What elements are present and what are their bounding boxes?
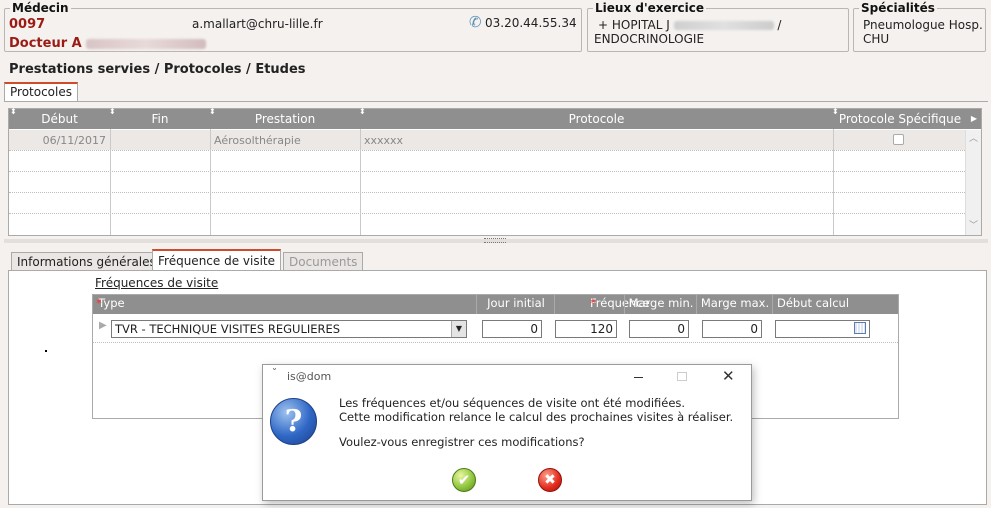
tab-strip-line: [4, 101, 988, 102]
medecin-name: Docteur A: [9, 36, 207, 51]
col-debut-calcul[interactable]: Début calcul: [773, 295, 853, 311]
cell-protocole: xxxxxx: [364, 134, 404, 147]
dot-mark: [45, 350, 47, 352]
tab-informations-generales[interactable]: Informations générales: [11, 252, 162, 271]
col-divider: [554, 295, 555, 314]
col-marge-min[interactable]: Marge min.: [625, 295, 697, 311]
medecin-email[interactable]: a.mallart@chru-lille.fr: [192, 17, 323, 31]
required-mark: *: [590, 296, 596, 310]
protocol-grid: Début Fin Prestation Protocole Protocole…: [8, 107, 982, 236]
jour-initial-input[interactable]: 0: [482, 320, 542, 338]
lieux-legend: Lieux d'exercice: [593, 1, 707, 15]
tab-protocoles[interactable]: Protocoles: [4, 82, 78, 102]
dialog-message-line2: Cette modification relance le calcul des…: [339, 410, 734, 424]
tab-frequence-de-visite[interactable]: Fréquence de visite: [152, 249, 282, 271]
specialites-legend: Spécialités: [859, 1, 937, 15]
type-visite-value: TVR - TECHNIQUE VISITES REGULIERES: [115, 322, 341, 336]
col-marge-max[interactable]: Marge max.: [697, 295, 773, 311]
scroll-up-icon[interactable]: ︿: [969, 131, 978, 144]
sort-icon: ⬍: [10, 107, 17, 116]
col-protocole[interactable]: Protocole: [360, 109, 833, 129]
specialite-line2: CHU: [863, 32, 890, 46]
minimize-icon[interactable]: [634, 377, 643, 378]
specifique-checkbox[interactable]: [893, 134, 904, 145]
confirm-button[interactable]: ✔: [452, 468, 476, 492]
scroll-down-icon[interactable]: ﹀: [969, 218, 978, 231]
row-pointer-icon: ▶: [99, 320, 107, 331]
col-debut[interactable]: Début: [9, 109, 110, 129]
lieux-line2: ENDOCRINOLOGIE: [594, 32, 705, 46]
medecin-code: 0097: [9, 17, 46, 32]
confirm-dialog: ˘ is@dom ✕ ? Les fréquences et/ou séquen…: [262, 364, 752, 501]
lieux-panel: Lieux d'exercice + HOPITAL J / ENDOCRINO…: [587, 1, 849, 52]
cross-icon: ✖: [544, 472, 556, 488]
frequences-title: Fréquences de visite: [95, 276, 219, 290]
app-icon: ˘: [272, 368, 277, 379]
phone-icon: ✆: [469, 13, 482, 31]
col-divider: [110, 129, 111, 235]
cell-prestation: Aérosolthérapie: [214, 134, 301, 147]
col-divider: [624, 295, 625, 314]
table-row[interactable]: 06/11/2017 Aérosolthérapie xxxxxx: [9, 130, 965, 150]
dropdown-arrow-icon[interactable]: ▼: [451, 321, 466, 337]
sort-icon: ⬍: [359, 107, 366, 116]
frequence-input[interactable]: 120: [555, 320, 617, 338]
dialog-message-line1: Les fréquences et/ou séquences de visite…: [339, 396, 686, 410]
col-divider: [772, 295, 773, 314]
marge-max-input[interactable]: 0: [702, 320, 762, 338]
col-protocole-specifique[interactable]: Protocole Spécifique: [833, 109, 967, 129]
row-divider: [93, 342, 898, 343]
grid-scrollbar[interactable]: ︿ ﹀: [965, 130, 981, 235]
col-divider: [360, 129, 361, 235]
lieux-line1-prefix: + HOPITAL J: [598, 18, 670, 32]
specialites-panel: Spécialités Pneumologue Hosp. CHU: [853, 1, 986, 52]
dialog-question: Voulez-vous enregistrer ces modification…: [339, 435, 585, 449]
medecin-panel: Médecin 0097 Docteur A a.mallart@chru-li…: [4, 1, 582, 52]
col-divider: [476, 295, 477, 314]
row-divider: [9, 171, 965, 172]
row-divider: [9, 213, 965, 214]
question-icon: ?: [270, 398, 317, 445]
col-divider: [696, 295, 697, 314]
splitter-grip-icon[interactable]: [484, 238, 506, 243]
col-divider: [833, 129, 834, 235]
redacted-hospital: [673, 21, 774, 30]
medecin-phone: 03.20.44.55.34: [485, 16, 577, 30]
col-divider: [210, 129, 211, 235]
lieux-line1-suffix: /: [777, 18, 782, 32]
close-icon[interactable]: ✕: [722, 367, 735, 385]
header-scroll-arrow-icon[interactable]: ▶: [969, 109, 979, 129]
calendar-icon[interactable]: [854, 322, 866, 334]
dialog-title: is@dom: [287, 370, 332, 383]
cell-debut: 06/11/2017: [42, 134, 106, 147]
row-divider: [9, 192, 965, 193]
sort-icon: ⬍: [209, 107, 216, 116]
cancel-button[interactable]: ✖: [538, 468, 562, 492]
frequence-grid-header: Type de visite * Jour initial Fréquence*…: [93, 295, 898, 342]
row-divider: [9, 150, 965, 151]
type-visite-select[interactable]: TVR - TECHNIQUE VISITES REGULIERES ▼: [111, 320, 467, 338]
redacted-name: [86, 38, 207, 49]
check-icon: ✔: [457, 471, 471, 489]
sort-icon: ⬍: [832, 107, 839, 116]
medecin-name-prefix: Docteur A: [9, 36, 82, 51]
specialite-line1: Pneumologue Hosp.: [863, 18, 983, 32]
required-mark: *: [96, 296, 102, 310]
maximize-icon[interactable]: [677, 372, 687, 381]
marge-min-input[interactable]: 0: [629, 320, 689, 338]
medecin-legend: Médecin: [10, 1, 71, 15]
tab-documents[interactable]: Documents: [283, 252, 364, 271]
sort-icon: ⬍: [109, 107, 116, 116]
col-prestation[interactable]: Prestation: [210, 109, 360, 129]
col-jour-initial[interactable]: Jour initial: [477, 295, 555, 311]
lieux-line1: + HOPITAL J /: [598, 18, 781, 32]
col-fin[interactable]: Fin: [110, 109, 210, 129]
section-title: Prestations servies / Protocoles / Etude…: [9, 62, 306, 77]
